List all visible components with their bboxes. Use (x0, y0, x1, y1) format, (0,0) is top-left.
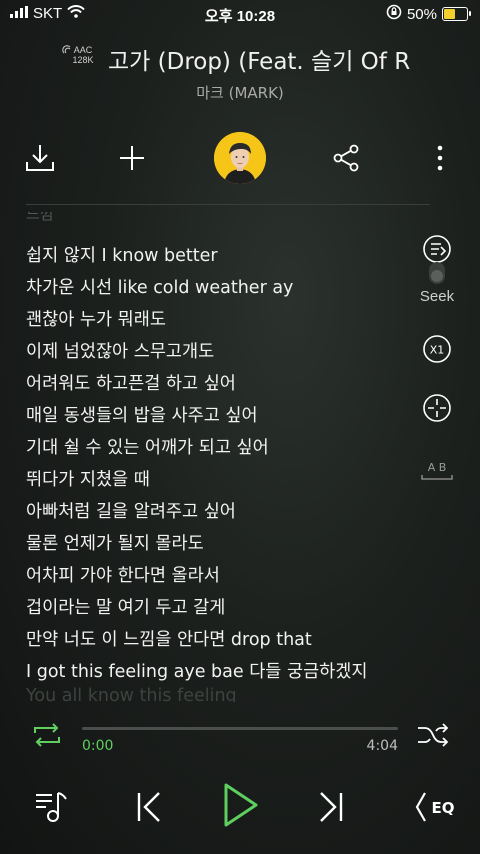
progress-track[interactable] (82, 727, 398, 730)
speed-label: X1 (430, 344, 445, 357)
rotation-lock-icon (386, 4, 402, 24)
lyric-line[interactable]: 만약 너도 이 느낌을 안다면 drop that (26, 626, 312, 651)
download-button[interactable] (20, 138, 60, 178)
artist-photo-icon (214, 132, 266, 184)
play-button[interactable] (215, 780, 265, 830)
lyric-line[interactable]: I got this feeling aye bae 다들 궁금하겠지 (26, 658, 367, 683)
divider (26, 204, 430, 205)
lyric-line[interactable]: 아빠처럼 길을 알려주고 싶어 (26, 498, 236, 523)
lyric-line-partial-bottom: You all know this feeling (26, 686, 237, 702)
artist-name[interactable]: 마크 (MARK) (0, 82, 480, 103)
skip-next-icon (320, 792, 343, 822)
playlist-music-icon (36, 792, 67, 822)
seek-control[interactable]: Seek (412, 234, 462, 305)
lyric-line[interactable]: 쉽지 않지 I know better (26, 242, 218, 267)
lyric-line[interactable]: 어차피 가야 한다면 올라서 (26, 562, 220, 587)
share-icon (333, 144, 359, 172)
codec-badge: AAC 128K (62, 45, 100, 65)
repeat-button[interactable] (30, 722, 64, 752)
playback-speed-button[interactable]: X1 (412, 334, 462, 364)
play-icon (224, 783, 258, 827)
lyric-line[interactable]: 물론 언제가 될지 몰라도 (26, 530, 204, 555)
add-button[interactable] (112, 138, 152, 178)
lyric-line[interactable]: 괜찮아 누가 뭐래도 (26, 306, 166, 331)
audio-wave-icon (62, 45, 71, 54)
more-button[interactable] (420, 138, 460, 178)
title-row: AAC 128K 고가 (Drop) (Feat. 슬기 Of R (0, 42, 480, 76)
codec-bitrate: 128K (72, 55, 94, 65)
next-button[interactable] (306, 782, 356, 832)
focus-button[interactable] (412, 393, 462, 423)
artist-avatar[interactable] (214, 132, 266, 184)
shuffle-button[interactable] (416, 722, 450, 752)
ab-repeat-icon: A B (421, 461, 453, 480)
lyric-line[interactable]: 뛰다가 지쳤을 때 (26, 466, 150, 491)
lyrics-panel[interactable]: 느낌 You all know this feeling 쉽지 않지 I kno… (26, 212, 416, 702)
skip-previous-icon (137, 792, 160, 822)
lyric-line[interactable]: 차가운 시선 like cold weather ay (26, 274, 293, 299)
status-bar: SKT 오후 10:28 50% (0, 0, 480, 28)
ab-label: A B (428, 461, 447, 474)
battery-icon (442, 7, 471, 21)
action-toolbar (0, 130, 480, 186)
lyric-line[interactable]: 매일 동생들의 밥을 사주고 싶어 (26, 402, 258, 427)
download-icon (26, 145, 54, 171)
share-button[interactable] (326, 138, 366, 178)
lyric-line[interactable]: 겁이라는 말 여기 두고 갈게 (26, 594, 225, 619)
previous-button[interactable] (124, 782, 174, 832)
more-vertical-icon (437, 145, 443, 171)
shuffle-icon (418, 723, 449, 747)
lyric-line[interactable]: 이제 넘었잖아 스무고개도 (26, 338, 214, 363)
speed-icon: X1 (423, 335, 451, 363)
battery-percent: 50% (406, 5, 437, 23)
plus-icon (120, 146, 144, 170)
ab-repeat-button[interactable]: A B (412, 458, 462, 482)
current-time: 0:00 (82, 738, 114, 754)
playlist-button[interactable] (26, 782, 76, 832)
song-title[interactable]: 고가 (Drop) (Feat. 슬기 Of R (108, 42, 480, 76)
target-icon (423, 394, 451, 422)
equalizer-speaker-icon: EQ (415, 792, 455, 822)
seek-icon (423, 235, 451, 263)
eq-label: EQ (432, 799, 455, 817)
total-time: 4:04 (366, 738, 398, 754)
lyric-line[interactable]: 어려워도 하고픈걸 하고 싶어 (26, 370, 236, 395)
progress-area: 0:00 4:04 (0, 722, 480, 762)
playback-controls: EQ (0, 780, 480, 836)
lyric-line-partial-top: 느낌 (26, 212, 54, 223)
repeat-icon (34, 723, 60, 747)
lyric-line[interactable]: 기대 쉴 수 있는 어깨가 되고 싶어 (26, 434, 269, 459)
seek-label: Seek (419, 288, 455, 305)
equalizer-button[interactable]: EQ (408, 782, 464, 832)
seek-toggle-icon (429, 262, 445, 284)
